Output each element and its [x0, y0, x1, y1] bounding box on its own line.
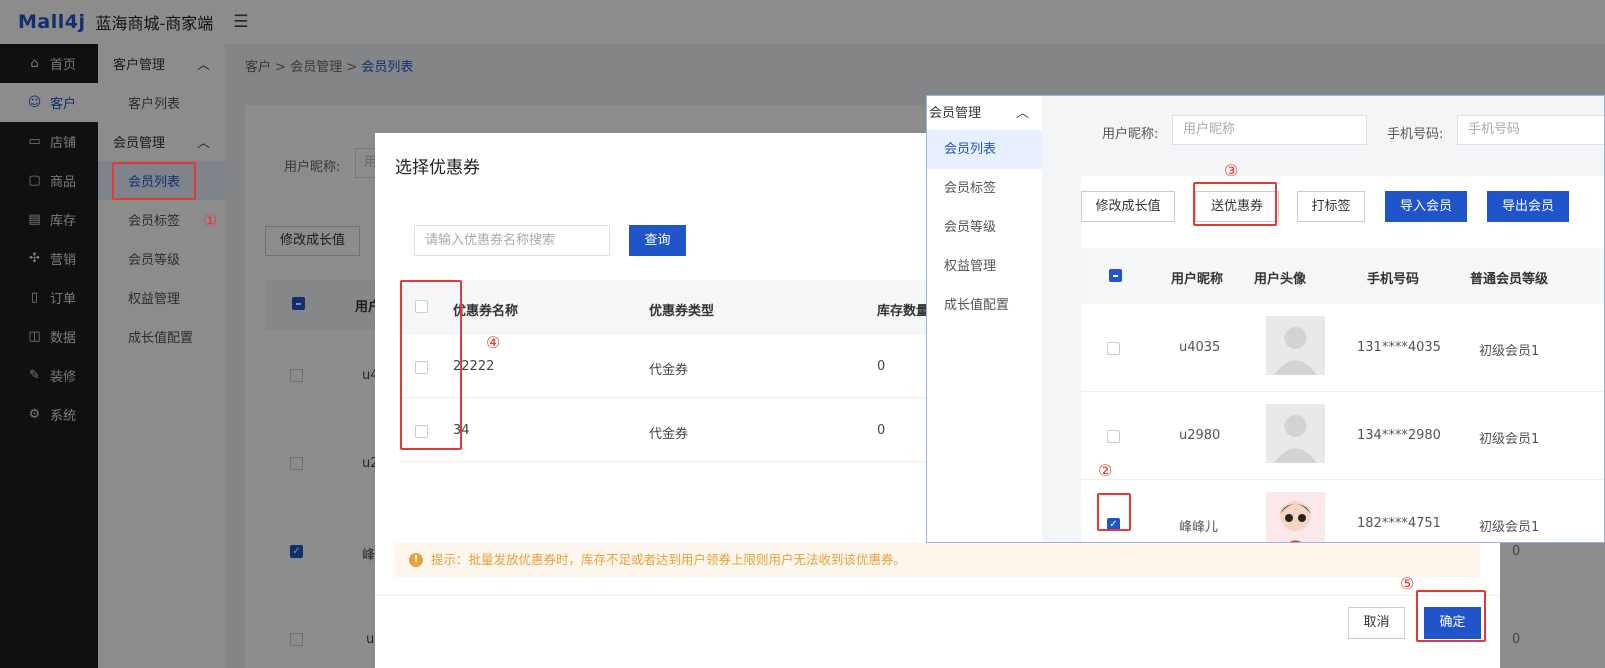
- col-nickname: 用户昵称: [1171, 272, 1224, 287]
- member-level: 初级会员1: [1479, 520, 1540, 535]
- inset-item-member-list[interactable]: 会员列表: [927, 130, 1042, 169]
- default-avatar: [1266, 316, 1325, 375]
- member-select-all-checkbox[interactable]: [1109, 269, 1122, 282]
- annotation-marker-2: ②: [1098, 461, 1113, 480]
- annotation-marker-3: ③: [1224, 161, 1239, 180]
- annotation-box-coupon-checkboxes: [400, 280, 462, 450]
- member-table-header: 用户昵称 用户头像 手机号码 普通会员等级: [1081, 248, 1604, 304]
- member-nickname: u2980: [1179, 428, 1221, 443]
- default-avatar: [1266, 404, 1325, 463]
- annotation-marker-4: ④: [486, 333, 501, 352]
- modify-growth-button[interactable]: 修改成长值: [1081, 191, 1175, 222]
- inset-item-growth-config[interactable]: 成长值配置: [927, 286, 1042, 325]
- phone-input[interactable]: 手机号码: [1457, 115, 1604, 145]
- member-phone: 134****2980: [1357, 428, 1441, 443]
- member-nickname: u4035: [1179, 340, 1221, 355]
- member-phone: 182****4751: [1357, 516, 1441, 531]
- annotation-marker-5: ⑤: [1400, 574, 1415, 593]
- col-level: 普通会员等级: [1470, 272, 1549, 287]
- inset-search-area: 用户昵称: 用户昵称 手机号码: 手机号码: [1082, 96, 1604, 171]
- annotation-box-send-coupon: [1193, 182, 1277, 226]
- member-phone: 131****4035: [1357, 340, 1441, 355]
- col-coupon-stock: 库存数量: [877, 304, 930, 319]
- col-avatar: 用户头像: [1254, 272, 1307, 287]
- col-coupon-name: 优惠券名称: [453, 304, 519, 319]
- col-coupon-type: 优惠券类型: [649, 304, 715, 319]
- export-member-button[interactable]: 导出会员: [1487, 191, 1569, 222]
- inset-group-member[interactable]: 会员管理 ︿: [929, 102, 1039, 121]
- coupon-search-input[interactable]: 请输入优惠券名称搜索: [414, 225, 610, 256]
- tag-button[interactable]: 打标签: [1297, 191, 1365, 222]
- col-phone: 手机号码: [1367, 272, 1420, 287]
- member-level: 初级会员1: [1479, 432, 1540, 447]
- inset-item-benefits[interactable]: 权益管理: [927, 247, 1042, 286]
- phone-label: 手机号码:: [1387, 127, 1444, 142]
- chevron-up-icon: ︿: [1015, 106, 1029, 121]
- cartoon-avatar: [1266, 492, 1325, 542]
- inset-main: 用户昵称: 用户昵称 手机号码: 手机号码 修改成长值 送优惠券 打标签 导入会…: [1042, 96, 1604, 542]
- warning-icon: !: [409, 553, 423, 567]
- query-button[interactable]: 查询: [629, 225, 686, 256]
- nickname-input[interactable]: 用户昵称: [1172, 115, 1367, 145]
- dialog-footer-divider: [375, 595, 1500, 596]
- annotation-box-confirm: [1416, 590, 1486, 642]
- dialog-title: 选择优惠券: [395, 158, 480, 178]
- coupon-type: 代金券: [649, 427, 689, 442]
- annotation-marker-1: ①: [203, 211, 218, 230]
- batch-coupon-tip: ! 提示：批量发放优惠券时，库存不足或者达到用户领券上限则用户无法收到该优惠券。: [395, 543, 1480, 577]
- member-row[interactable]: u4035 131****4035 初级会员1: [1081, 304, 1604, 392]
- coupon-stock: 0: [877, 359, 886, 374]
- member-row[interactable]: u2980 134****2980 初级会员1: [1081, 392, 1604, 480]
- coupon-type: 代金券: [649, 363, 689, 378]
- inset-item-member-level[interactable]: 会员等级: [927, 208, 1042, 247]
- inset-item-member-tag[interactable]: 会员标签: [927, 169, 1042, 208]
- annotation-box-member-checkbox: [1097, 493, 1131, 531]
- coupon-stock: 0: [877, 423, 886, 438]
- bg-cell-value: 0: [1512, 544, 1521, 559]
- bg-cell-value: 0: [1512, 632, 1521, 647]
- cancel-button[interactable]: 取消: [1348, 607, 1405, 639]
- member-list-inset-panel: 会员管理 ︿ 会员列表 会员标签 会员等级 权益管理 成长值配置 用户昵称: 用户…: [926, 95, 1605, 543]
- annotation-box-member-list: [112, 162, 196, 200]
- import-member-button[interactable]: 导入会员: [1385, 191, 1467, 222]
- nickname-label: 用户昵称:: [1102, 127, 1159, 142]
- inset-subnav: 会员管理 ︿ 会员列表 会员标签 会员等级 权益管理 成长值配置: [927, 96, 1042, 542]
- member-nickname: 峰峰儿: [1179, 520, 1219, 535]
- inset-table-area: 修改成长值 送优惠券 打标签 导入会员 导出会员 用户昵称 用户头像 手机号码 …: [1081, 176, 1604, 542]
- member-row[interactable]: ✓ 峰峰儿 182****4751 初级会员1: [1081, 480, 1604, 542]
- member-row-checkbox[interactable]: [1107, 430, 1120, 443]
- member-level: 初级会员1: [1479, 344, 1540, 359]
- member-row-checkbox[interactable]: [1107, 342, 1120, 355]
